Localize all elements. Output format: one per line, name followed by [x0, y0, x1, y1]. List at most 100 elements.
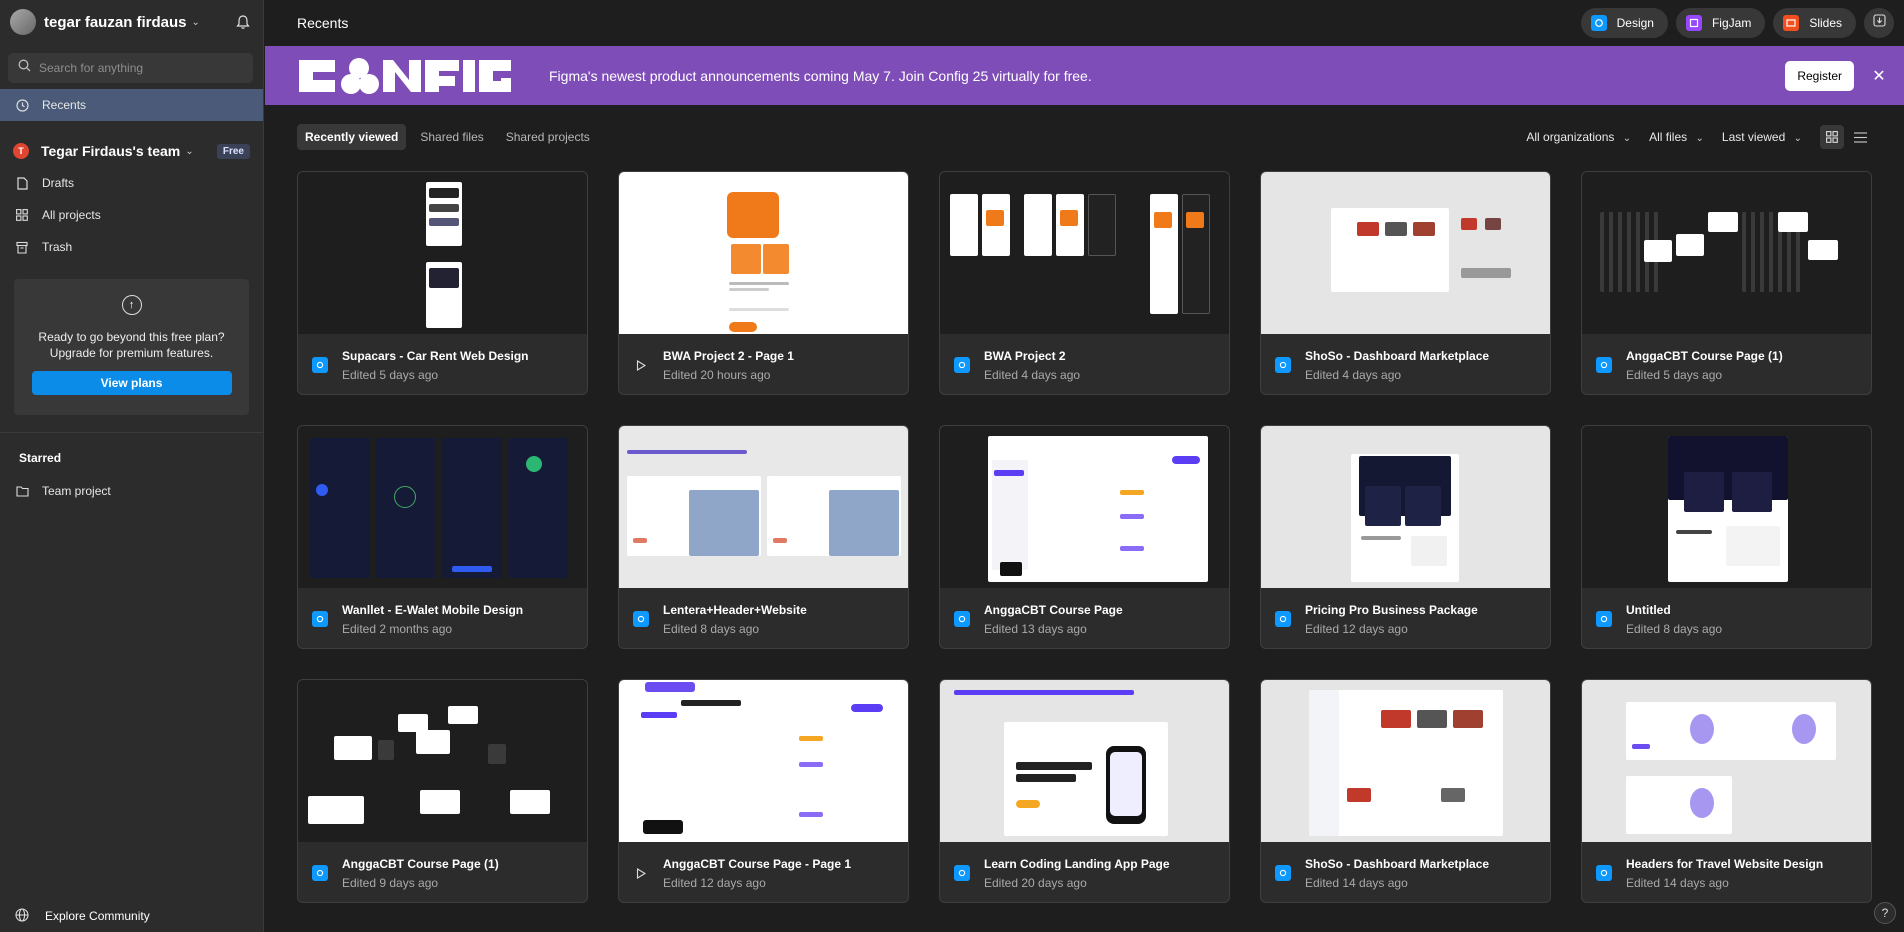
file-edited: Edited 20 hours ago [663, 367, 771, 382]
file-title: Wanllet - E-Walet Mobile Design [342, 602, 524, 617]
list-view-icon[interactable] [1848, 125, 1872, 149]
slides-label: Slides [1809, 16, 1842, 30]
file-icon [14, 176, 30, 190]
file-card[interactable]: Headers for Travel Website Design Edited … [1581, 679, 1872, 903]
file-title: AnggaCBT Course Page [984, 602, 1123, 617]
new-design-button[interactable]: Design [1580, 8, 1668, 38]
design-file-icon [1275, 357, 1291, 373]
sidebar: tegar fauzan firdaus ⌄ Recents T Tegar F… [0, 0, 264, 932]
trash-icon [14, 241, 30, 254]
design-file-icon [633, 611, 649, 627]
clock-icon [14, 98, 30, 112]
file-edited: Edited 4 days ago [984, 367, 1081, 382]
chevron-down-icon: ⌄ [1695, 133, 1704, 144]
file-card[interactable]: Supacars - Car Rent Web Design Edited 5 d… [297, 171, 588, 395]
sidebar-item-recents[interactable]: Recents [0, 89, 263, 121]
file-card[interactable]: ShoSo - Dashboard Marketplace Edited 4 da… [1260, 171, 1551, 395]
file-meta: Learn Coding Landing App Page Edited 20 d… [940, 842, 1229, 902]
file-edited: Edited 8 days ago [663, 621, 760, 636]
file-title: Headers for Travel Website Design [1626, 856, 1824, 871]
organization-filter[interactable]: All organizations ⌄ [1526, 130, 1631, 144]
sidebar-item-all-projects[interactable]: All projects [0, 199, 263, 231]
file-card[interactable]: Pricing Pro Business Package Edited 12 da… [1260, 425, 1551, 649]
sidebar-item-label: Team project [42, 484, 111, 498]
file-edited: Edited 13 days ago [984, 621, 1087, 636]
sidebar-item-label: All projects [42, 208, 101, 222]
team-switcher[interactable]: T Tegar Firdaus's team ⌄ Free [0, 135, 263, 167]
tab-shared-files[interactable]: Shared files [412, 124, 491, 150]
new-slides-button[interactable]: Slides [1773, 8, 1856, 38]
main-content: Recents Design FigJam Slides Figma's new… [265, 0, 1904, 932]
file-card[interactable]: AnggaCBT Course Page Edited 13 days ago [939, 425, 1230, 649]
upgrade-line-2: Upgrade for premium features. [49, 346, 214, 360]
file-card[interactable]: AnggaCBT Course Page (1) Edited 9 days ag… [297, 679, 588, 903]
account-switcher[interactable]: tegar fauzan firdaus ⌄ [0, 0, 263, 44]
avatar[interactable] [10, 9, 36, 35]
file-thumbnail [1582, 680, 1871, 842]
file-card[interactable]: BWA Project 2 Edited 4 days ago [939, 171, 1230, 395]
file-thumbnail [940, 680, 1229, 842]
file-title: Supacars - Car Rent Web Design [342, 348, 529, 363]
file-meta: BWA Project 2 Edited 4 days ago [940, 334, 1229, 394]
sidebar-item-label: Recents [42, 98, 87, 112]
import-icon [1872, 14, 1886, 32]
file-meta: Wanllet - E-Walet Mobile Design Edited 2 … [298, 588, 587, 648]
sort-label: Last viewed [1721, 130, 1786, 144]
bell-icon[interactable] [233, 12, 253, 32]
chevron-down-icon[interactable]: ⌄ [185, 146, 193, 157]
file-meta: AnggaCBT Course Page - Page 1 Edited 12 d… [619, 842, 908, 902]
file-type-filter-label: All files [1649, 130, 1688, 144]
file-card[interactable]: Lentera+Header+Website Edited 8 days ago [618, 425, 909, 649]
upgrade-card: ↑ Ready to go beyond this free plan? Upgr… [14, 279, 249, 415]
file-card[interactable]: Untitled Edited 8 days ago [1581, 425, 1872, 649]
search-box[interactable] [8, 53, 253, 83]
file-meta: AnggaCBT Course Page (1) Edited 5 days ag… [1582, 334, 1871, 394]
file-edited: Edited 2 months ago [342, 621, 453, 636]
file-card[interactable]: AnggaCBT Course Page - Page 1 Edited 12 d… [618, 679, 909, 903]
sidebar-item-team-project[interactable]: Team project [0, 475, 263, 507]
file-meta: Supacars - Car Rent Web Design Edited 5 d… [298, 334, 587, 394]
file-card[interactable]: Learn Coding Landing App Page Edited 20 d… [939, 679, 1230, 903]
file-edited: Edited 14 days ago [1626, 875, 1729, 890]
chevron-down-icon[interactable]: ⌄ [192, 17, 200, 28]
sort-dropdown[interactable]: Last viewed ⌄ [1722, 130, 1802, 144]
design-file-icon [312, 865, 328, 881]
grid-view-icon[interactable] [1820, 125, 1844, 149]
design-label: Design [1616, 16, 1654, 30]
file-title: ShoSo - Dashboard Marketplace [1305, 856, 1490, 871]
top-bar: Recents Design FigJam Slides [265, 0, 1904, 46]
file-card[interactable]: ShoSo - Dashboard Marketplace Edited 14 d… [1260, 679, 1551, 903]
sidebar-item-drafts[interactable]: Drafts [0, 167, 263, 199]
file-card[interactable]: Wanllet - E-Walet Mobile Design Edited 2 … [297, 425, 588, 649]
import-button[interactable] [1864, 8, 1894, 38]
file-meta: Pricing Pro Business Package Edited 12 da… [1261, 588, 1550, 648]
file-title: AnggaCBT Course Page (1) [342, 856, 499, 871]
team-name[interactable]: Tegar Firdaus's team [41, 143, 180, 159]
help-button[interactable]: ? [1874, 902, 1896, 924]
file-meta: AnggaCBT Course Page Edited 13 days ago [940, 588, 1229, 648]
view-plans-button[interactable]: View plans [31, 371, 232, 395]
design-file-icon [1596, 865, 1612, 881]
plan-badge: Free [216, 143, 250, 159]
search-input[interactable] [39, 61, 239, 75]
sidebar-item-trash[interactable]: Trash [0, 231, 263, 263]
tab-recently-viewed[interactable]: Recently viewed [297, 124, 407, 150]
design-file-icon [312, 357, 328, 373]
new-figjam-button[interactable]: FigJam [1675, 8, 1766, 38]
grid-icon [14, 209, 30, 221]
close-icon[interactable]: ✕ [1864, 66, 1894, 86]
file-card[interactable]: AnggaCBT Course Page (1) Edited 5 days ag… [1581, 171, 1872, 395]
register-button[interactable]: Register [1785, 60, 1854, 91]
file-title: Learn Coding Landing App Page [984, 856, 1170, 871]
file-grid: Supacars - Car Rent Web Design Edited 5 d… [297, 171, 1873, 903]
file-title: ShoSo - Dashboard Marketplace [1305, 348, 1490, 363]
file-thumbnail [619, 426, 908, 588]
file-card[interactable]: BWA Project 2 - Page 1 Edited 20 hours ag… [618, 171, 909, 395]
divider [0, 432, 263, 433]
explore-community-link[interactable]: Explore Community [0, 900, 264, 932]
tab-shared-projects[interactable]: Shared projects [498, 124, 598, 150]
file-type-filter[interactable]: All files ⌄ [1649, 130, 1704, 144]
file-edited: Edited 20 days ago [984, 875, 1087, 890]
chevron-down-icon: ⌄ [1793, 133, 1802, 144]
user-name[interactable]: tegar fauzan firdaus [44, 14, 187, 31]
